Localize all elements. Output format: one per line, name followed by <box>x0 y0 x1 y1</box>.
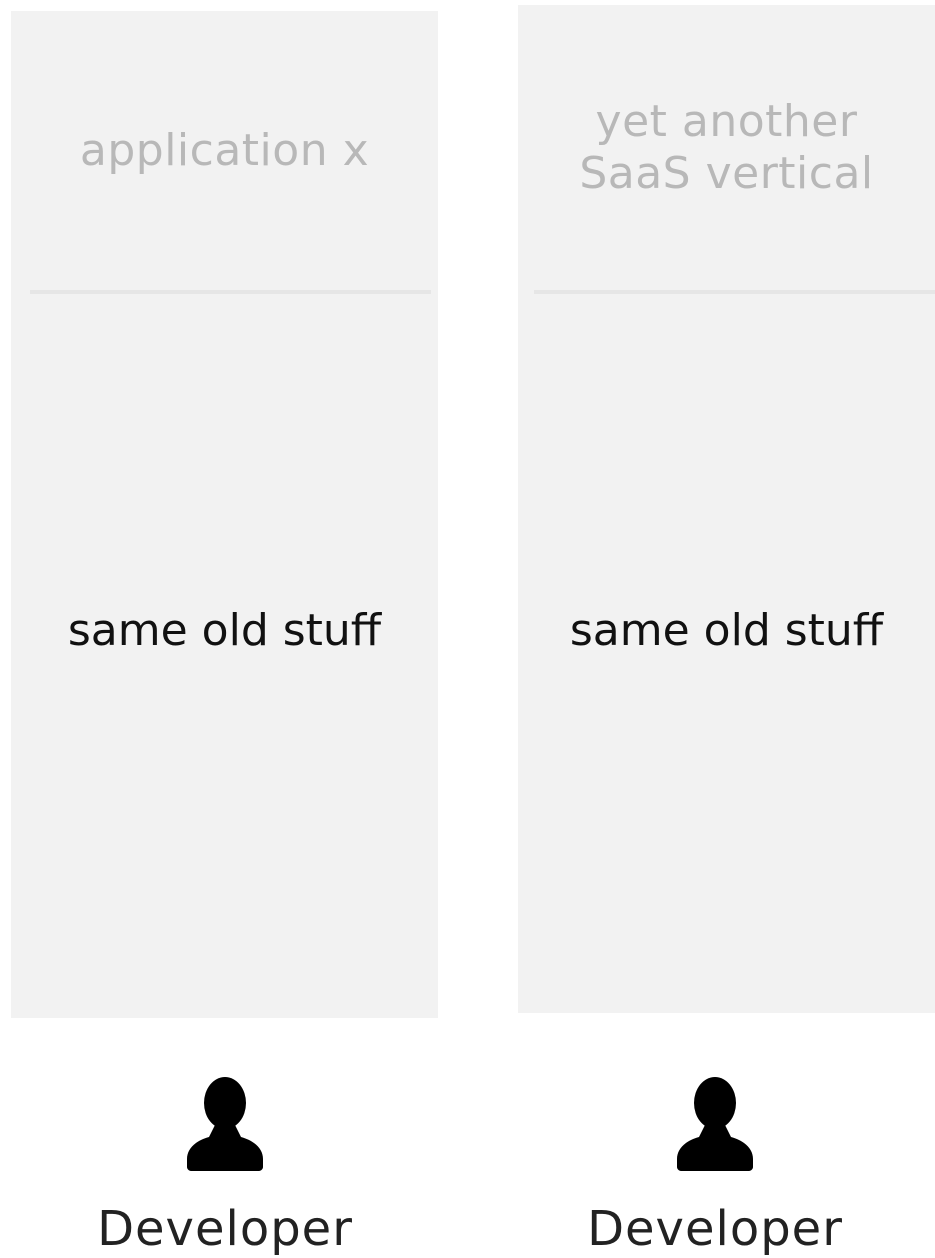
persona-label: Developer <box>97 1201 353 1257</box>
column-header: yet another SaaS vertical <box>518 5 935 291</box>
column-card-application-x: application x same old stuff <box>11 11 438 1018</box>
user-icon <box>677 1077 753 1171</box>
persona-developer: Developer <box>75 1075 375 1257</box>
persona-developer: Developer <box>565 1075 865 1257</box>
user-icon <box>187 1077 263 1171</box>
column-card-saas-vertical: yet another SaaS vertical same old stuff <box>518 5 935 1013</box>
header-divider <box>30 290 431 294</box>
persona-label: Developer <box>587 1201 843 1257</box>
header-divider <box>534 290 935 294</box>
column-body-text: same old stuff <box>569 605 884 656</box>
column-header: application x <box>11 11 438 291</box>
column-header-label: application x <box>79 125 370 176</box>
column-header-label: yet another SaaS vertical <box>579 96 874 199</box>
column-body-text: same old stuff <box>67 605 382 656</box>
